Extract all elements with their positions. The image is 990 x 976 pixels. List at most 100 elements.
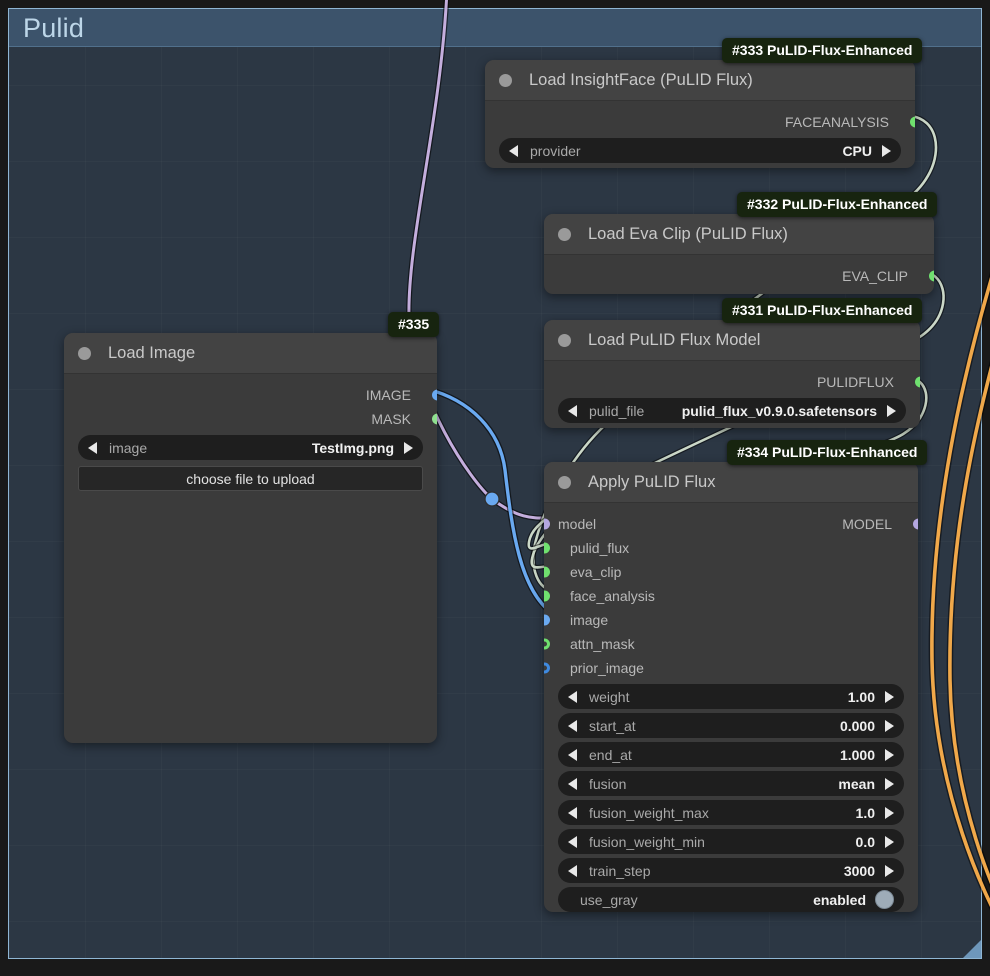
node-title-bar[interactable]: Apply PuLID Flux	[544, 462, 918, 503]
port-mask[interactable]	[431, 413, 437, 425]
increment-arrow-icon[interactable]	[885, 748, 894, 761]
output-slot-eva-clip[interactable]: EVA_CLIP	[544, 264, 934, 288]
widget-end-at[interactable]: end_at 1.000	[558, 742, 904, 767]
port-prior-image[interactable]	[544, 662, 550, 674]
node-load-pulid-flux-model[interactable]: Load PuLID Flux Model PULIDFLUX pulid_fi…	[544, 320, 920, 428]
increment-arrow-icon[interactable]	[885, 777, 894, 790]
increment-arrow-icon[interactable]	[885, 835, 894, 848]
port-model-output[interactable]	[912, 518, 918, 530]
input-label: model	[558, 516, 597, 532]
widget-value[interactable]: pulid_flux_v0.9.0.safetensors	[682, 403, 877, 419]
node-collapse-icon[interactable]	[558, 475, 571, 489]
widget-label: start_at	[589, 717, 636, 734]
port-eva-clip[interactable]	[928, 270, 934, 282]
widget-use-gray[interactable]: use_gray enabled	[558, 887, 904, 912]
node-load-image[interactable]: Load Image IMAGE MASK image TestImg.png …	[64, 333, 437, 743]
port-eva-clip[interactable]	[544, 566, 550, 578]
input-label: prior_image	[570, 660, 644, 676]
input-slot-face-analysis[interactable]: face_analysis	[544, 584, 918, 608]
decrement-arrow-icon[interactable]	[509, 144, 518, 157]
widget-train-step[interactable]: train_step 3000	[558, 858, 904, 883]
node-title-label: Apply PuLID Flux	[588, 472, 716, 491]
node-collapse-icon[interactable]	[558, 227, 571, 241]
widget-label: fusion	[589, 775, 627, 792]
widget-label: weight	[589, 688, 630, 705]
decrement-arrow-icon[interactable]	[568, 748, 577, 761]
node-load-eva-clip[interactable]: Load Eva Clip (PuLID Flux) EVA_CLIP	[544, 214, 934, 294]
output-slot-image[interactable]: IMAGE	[64, 383, 437, 407]
node-title-bar[interactable]: Load PuLID Flux Model	[544, 320, 920, 361]
input-label: pulid_flux	[570, 540, 630, 556]
output-slot-pulidflux[interactable]: PULIDFLUX	[544, 370, 920, 394]
decrement-arrow-icon[interactable]	[568, 719, 577, 732]
node-badge-332: #332 PuLID-Flux-Enhanced	[737, 192, 938, 217]
node-title-bar[interactable]: Load Eva Clip (PuLID Flux)	[544, 214, 934, 255]
slot-row-model[interactable]: model MODEL	[544, 512, 918, 536]
widget-fusion-weight-min[interactable]: fusion_weight_min 0.0	[558, 829, 904, 854]
widget-value[interactable]: TestImg.png	[312, 440, 394, 456]
group-resize-handle[interactable]	[963, 940, 981, 958]
decrement-arrow-icon[interactable]	[568, 864, 577, 877]
widget-provider[interactable]: provider CPU	[499, 138, 901, 163]
input-label: attn_mask	[570, 636, 635, 652]
increment-arrow-icon[interactable]	[885, 806, 894, 819]
output-label: EVA_CLIP	[842, 268, 908, 284]
increment-arrow-icon[interactable]	[882, 144, 891, 157]
output-label: MODEL	[842, 516, 892, 532]
toggle-knob-icon[interactable]	[875, 890, 894, 909]
widget-label: pulid_file	[589, 402, 645, 419]
widget-value[interactable]: 0.0	[856, 834, 875, 850]
decrement-arrow-icon[interactable]	[568, 806, 577, 819]
node-collapse-icon[interactable]	[78, 346, 91, 360]
widget-value[interactable]: 3000	[844, 863, 875, 879]
port-image[interactable]	[431, 389, 437, 401]
widget-value[interactable]: 0.000	[840, 718, 875, 734]
port-pulid-flux[interactable]	[544, 542, 550, 554]
increment-arrow-icon[interactable]	[404, 441, 413, 454]
widget-value[interactable]: 1.00	[848, 689, 875, 705]
increment-arrow-icon[interactable]	[885, 719, 894, 732]
port-pulidflux[interactable]	[914, 376, 920, 388]
widget-label: fusion_weight_min	[589, 833, 705, 850]
decrement-arrow-icon[interactable]	[568, 835, 577, 848]
node-title-bar[interactable]: Load InsightFace (PuLID Flux)	[485, 60, 915, 101]
node-title-bar[interactable]: Load Image	[64, 333, 437, 374]
widget-image[interactable]: image TestImg.png	[78, 435, 423, 460]
input-slot-pulid-flux[interactable]: pulid_flux	[544, 536, 918, 560]
increment-arrow-icon[interactable]	[887, 404, 896, 417]
comfyui-canvas[interactable]: Pulid #333 PuLID-Flux-Enhanced Load Insi…	[0, 0, 990, 976]
port-attn-mask[interactable]	[544, 638, 550, 650]
widget-weight[interactable]: weight 1.00	[558, 684, 904, 709]
node-collapse-icon[interactable]	[558, 333, 571, 347]
increment-arrow-icon[interactable]	[885, 864, 894, 877]
input-slot-eva-clip[interactable]: eva_clip	[544, 560, 918, 584]
widget-value[interactable]: CPU	[842, 143, 872, 159]
port-model-input[interactable]	[544, 518, 550, 530]
increment-arrow-icon[interactable]	[885, 690, 894, 703]
port-faceanalysis[interactable]	[909, 116, 915, 128]
widget-value[interactable]: 1.000	[840, 747, 875, 763]
output-slot-mask[interactable]: MASK	[64, 407, 437, 431]
widget-fusion-weight-max[interactable]: fusion_weight_max 1.0	[558, 800, 904, 825]
input-label: face_analysis	[570, 588, 655, 604]
input-slot-attn-mask[interactable]: attn_mask	[544, 632, 918, 656]
input-slot-prior-image[interactable]: prior_image	[544, 656, 918, 680]
port-image[interactable]	[544, 614, 550, 626]
widget-start-at[interactable]: start_at 0.000	[558, 713, 904, 738]
decrement-arrow-icon[interactable]	[568, 777, 577, 790]
widget-value[interactable]: mean	[838, 776, 875, 792]
widget-fusion[interactable]: fusion mean	[558, 771, 904, 796]
node-load-insightface[interactable]: Load InsightFace (PuLID Flux) FACEANALYS…	[485, 60, 915, 168]
output-label: IMAGE	[365, 387, 411, 403]
widget-pulid-file[interactable]: pulid_file pulid_flux_v0.9.0.safetensors	[558, 398, 906, 423]
port-face-analysis[interactable]	[544, 590, 550, 602]
decrement-arrow-icon[interactable]	[88, 441, 97, 454]
decrement-arrow-icon[interactable]	[568, 690, 577, 703]
choose-file-to-upload-button[interactable]: choose file to upload	[78, 466, 423, 491]
input-slot-image[interactable]: image	[544, 608, 918, 632]
widget-value[interactable]: 1.0	[856, 805, 875, 821]
node-collapse-icon[interactable]	[499, 73, 512, 87]
decrement-arrow-icon[interactable]	[568, 404, 577, 417]
node-apply-pulid-flux[interactable]: Apply PuLID Flux model MODEL pulid_flux	[544, 462, 918, 912]
output-slot-faceanalysis[interactable]: FACEANALYSIS	[485, 110, 915, 134]
